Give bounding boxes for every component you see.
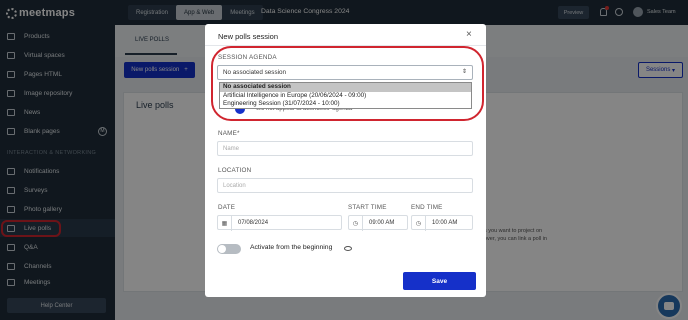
eye-icon[interactable]: [344, 246, 352, 251]
start-time-label: START TIME: [348, 204, 387, 211]
location-label: LOCATION: [218, 167, 252, 174]
activate-toggle[interactable]: [217, 244, 241, 254]
end-time-label: END TIME: [411, 204, 443, 211]
start-time-field[interactable]: ◷ 09:00 AM: [348, 215, 408, 231]
name-label: NAME*: [218, 130, 240, 137]
highlight-annotation: [211, 46, 484, 121]
calendar-icon: ▦: [218, 216, 232, 231]
clock-icon: ◷: [349, 216, 363, 231]
clock-icon: ◷: [412, 216, 426, 231]
activate-label: Activate from the beginning: [250, 244, 333, 251]
date-field[interactable]: ▦ 07/08/2024: [217, 215, 342, 231]
name-field[interactable]: Name: [217, 141, 473, 156]
modal-title: New polls session: [218, 32, 279, 41]
close-icon[interactable]: ×: [466, 29, 472, 40]
location-field[interactable]: Location: [217, 178, 473, 193]
save-button[interactable]: Save: [403, 272, 476, 290]
new-polls-session-modal: New polls session × SESSION AGENDA No as…: [205, 24, 486, 297]
date-label: DATE: [218, 204, 236, 211]
end-time-field[interactable]: ◷ 10:00 AM: [411, 215, 473, 231]
